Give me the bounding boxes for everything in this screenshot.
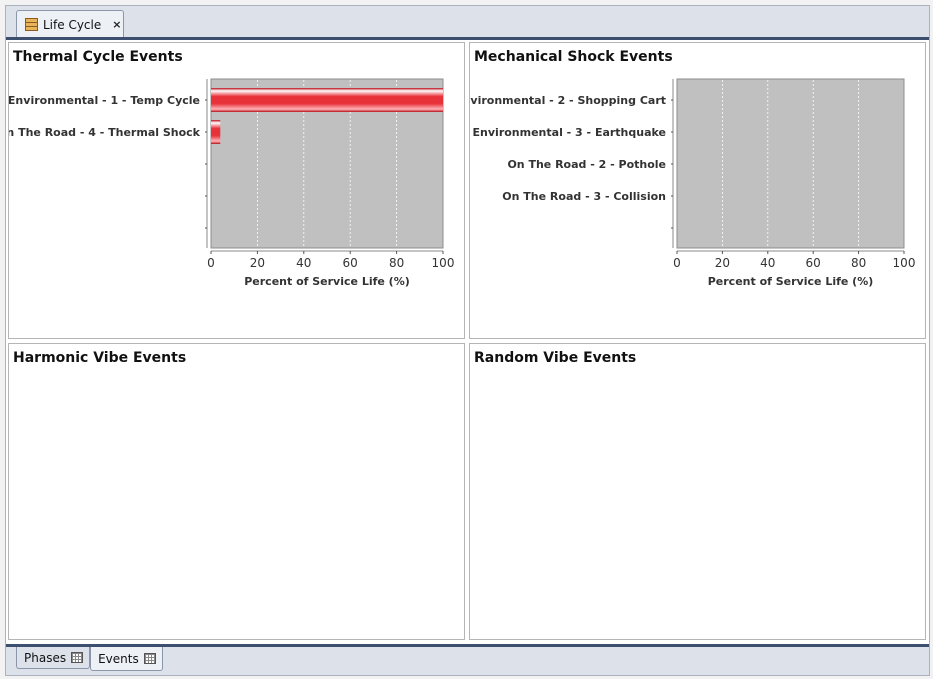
category-label: Environmental - 2 - Shopping Cart <box>470 94 666 107</box>
tab-phases[interactable]: Phases <box>16 647 91 669</box>
category-label: On The Road - 3 - Collision <box>502 190 666 203</box>
x-tick-label: 80 <box>851 256 866 270</box>
tab-life-cycle[interactable]: Life Cycle × <box>16 10 124 38</box>
thermal-cycle-panel: Thermal Cycle Events Environmental - 1 -… <box>8 42 465 339</box>
tab-label: Events <box>98 651 139 666</box>
mechanical-shock-chart: Environmental - 2 - Shopping Cart Environ… <box>470 78 916 288</box>
bottom-tab-bar: Phases Events <box>16 647 163 671</box>
x-tick-label: 60 <box>343 256 358 270</box>
category-label: Environmental - 1 - Temp Cycle <box>9 94 200 107</box>
calendar-grid-icon <box>71 652 84 663</box>
bar <box>211 120 221 144</box>
x-tick-label: 80 <box>389 256 404 270</box>
x-tick-label: 40 <box>296 256 311 270</box>
x-tick-label: 0 <box>207 256 215 270</box>
tab-label: Phases <box>24 650 67 665</box>
mechanical-shock-panel: Mechanical Shock Events Environmental - … <box>469 42 926 339</box>
x-tick-label: 60 <box>806 256 821 270</box>
random-vibe-panel: Random Vibe Events On The Road - 1 - Vib… <box>469 343 926 640</box>
thermal-cycle-chart: Environmental - 1 - Temp Cycle On The Roa… <box>9 78 455 288</box>
tab-label: Life Cycle <box>43 17 102 32</box>
category-label: On The Road - 4 - Thermal Shock <box>9 126 201 139</box>
x-tick-label: 100 <box>432 256 455 270</box>
x-tick-label: 0 <box>673 256 681 270</box>
x-axis-title: Percent of Service Life (%) <box>708 275 874 288</box>
harmonic-vibe-chart: On The Road - 5 - Harmonic Vibe020406080… <box>9 344 466 641</box>
table-grid-icon <box>143 653 156 664</box>
bar <box>211 88 443 112</box>
category-label: On The Road - 2 - Pothole <box>507 158 666 171</box>
random-vibe-chart: On The Road - 1 - Vibration020406080100P… <box>470 344 927 641</box>
close-icon[interactable]: × <box>112 18 121 31</box>
plot-area <box>676 78 905 249</box>
x-tick-label: 20 <box>250 256 265 270</box>
x-axis-title: Percent of Service Life (%) <box>244 275 410 288</box>
events-content: Thermal Cycle Events Environmental - 1 -… <box>6 40 929 644</box>
harmonic-vibe-panel: Harmonic Vibe Events On The Road - 5 - H… <box>8 343 465 640</box>
table-icon <box>25 18 38 31</box>
tab-events[interactable]: Events <box>90 647 163 671</box>
x-tick-label: 40 <box>760 256 775 270</box>
category-label: Environmental - 3 - Earthquake <box>473 126 666 139</box>
x-tick-label: 20 <box>715 256 730 270</box>
x-tick-label: 100 <box>893 256 916 270</box>
